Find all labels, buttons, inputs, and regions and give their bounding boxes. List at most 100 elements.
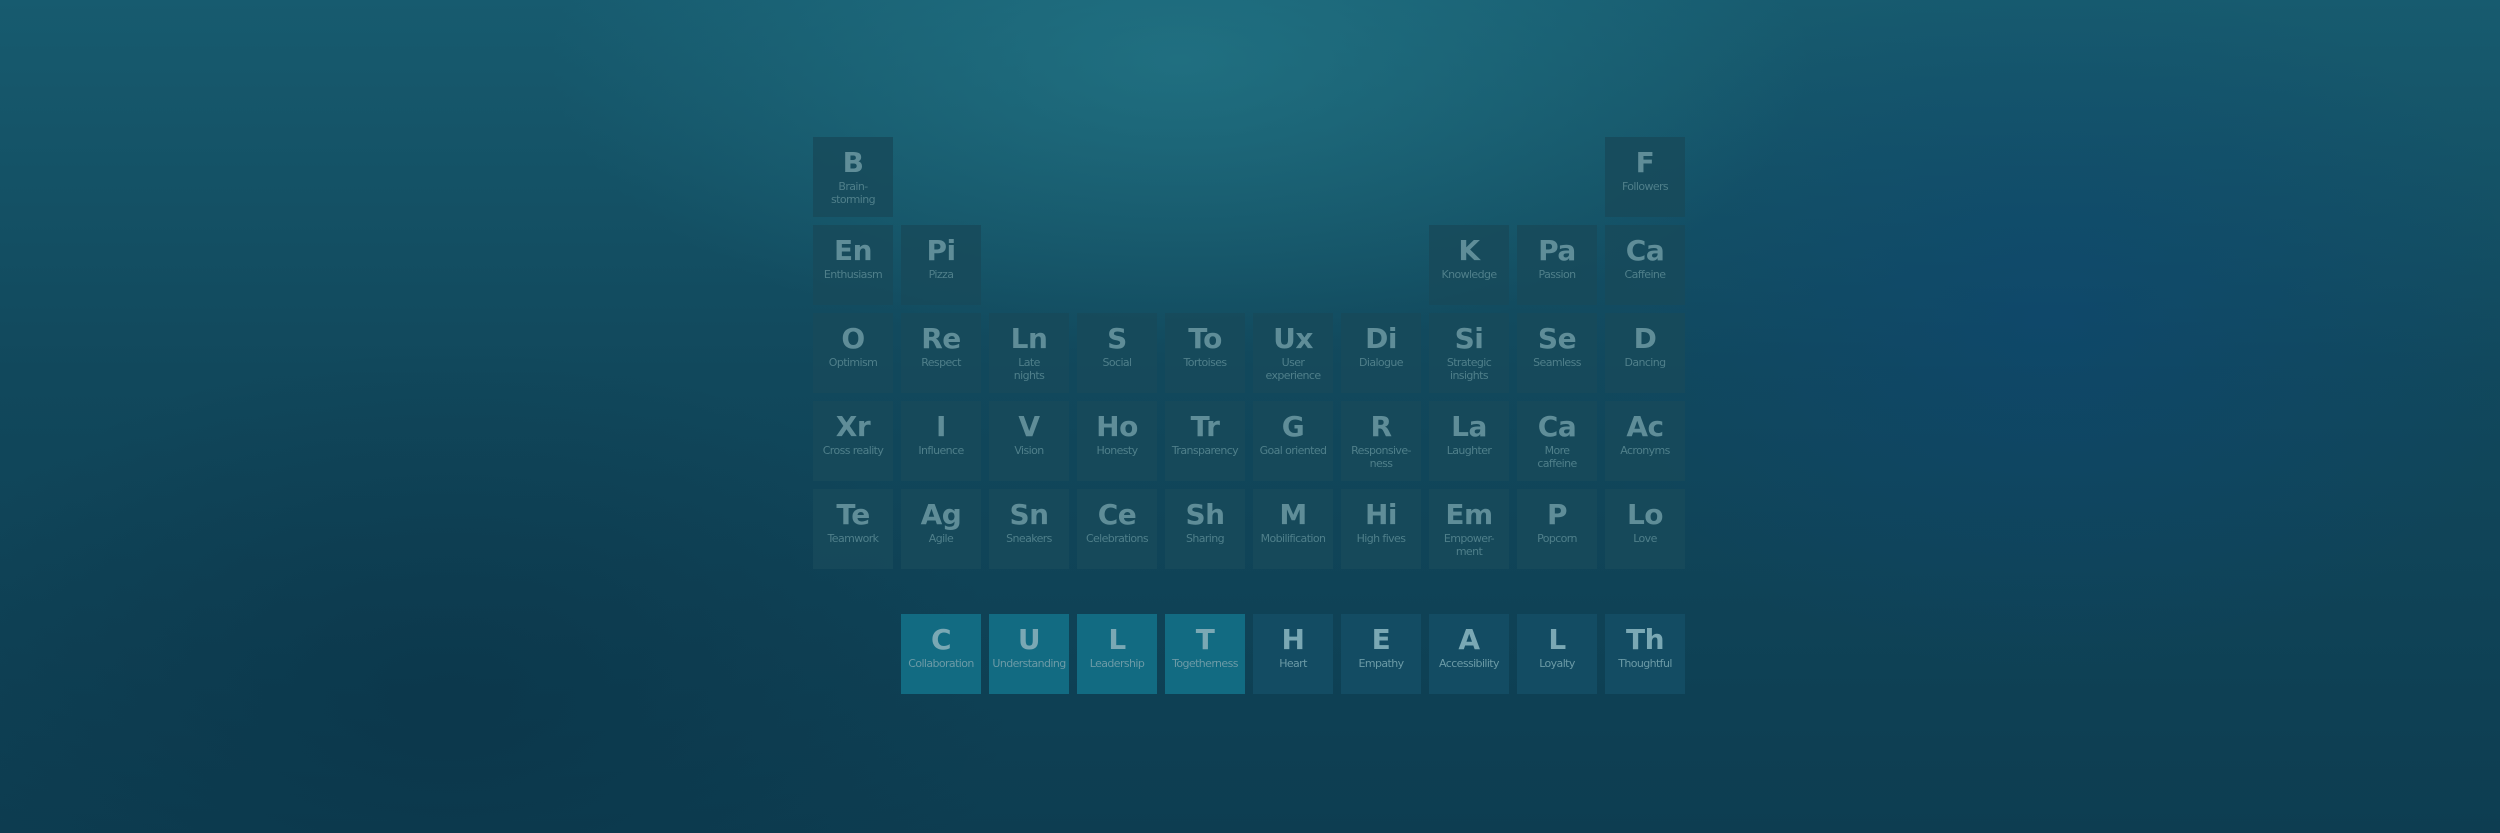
element-symbol: Di bbox=[1365, 322, 1397, 355]
element-tile-pizza[interactable]: Pi Pizza bbox=[901, 225, 981, 305]
culture-tile-heart[interactable]: H Heart bbox=[1253, 614, 1333, 694]
element-label: Laughter bbox=[1446, 444, 1492, 457]
element-tile-agile[interactable]: Ag Agile bbox=[901, 489, 981, 569]
element-label: Optimism bbox=[828, 356, 878, 369]
element-tile-laughter[interactable]: La Laughter bbox=[1429, 401, 1509, 481]
element-tile-brainstorming[interactable]: B Brain- storming bbox=[813, 137, 893, 217]
culture-tile-loyalty[interactable]: L Loyalty bbox=[1517, 614, 1597, 694]
element-tile-empowerment[interactable]: Em Empower- ment bbox=[1429, 489, 1509, 569]
element-tile-transparency[interactable]: Tr Transparency bbox=[1165, 401, 1245, 481]
element-symbol: Pi bbox=[926, 234, 956, 267]
element-symbol: En bbox=[833, 234, 873, 267]
element-label: Seamless bbox=[1533, 356, 1581, 369]
element-tile-sneakers[interactable]: Sn Sneakers bbox=[989, 489, 1069, 569]
element-label: Dialogue bbox=[1359, 356, 1404, 369]
element-symbol: C bbox=[930, 623, 952, 656]
element-symbol: Re bbox=[921, 322, 961, 355]
element-symbol: Sn bbox=[1009, 498, 1049, 531]
element-tile-tortoises[interactable]: To Tortoises bbox=[1165, 313, 1245, 393]
element-tile-influence[interactable]: I Influence bbox=[901, 401, 981, 481]
element-tile-enthusiasm[interactable]: En Enthusiasm bbox=[813, 225, 893, 305]
element-label: Social bbox=[1102, 356, 1132, 369]
element-symbol: Ac bbox=[1626, 410, 1664, 443]
element-symbol: Ag bbox=[920, 498, 962, 531]
element-symbol: K bbox=[1458, 234, 1480, 267]
element-symbol: S bbox=[1107, 322, 1127, 355]
element-tile-respect[interactable]: Re Respect bbox=[901, 313, 981, 393]
element-tile-user-experience[interactable]: Ux User experience bbox=[1253, 313, 1333, 393]
element-tile-late-nights[interactable]: Ln Late nights bbox=[989, 313, 1069, 393]
element-tile-teamwork[interactable]: Te Teamwork bbox=[813, 489, 893, 569]
culture-tile-leadership[interactable]: L Leadership bbox=[1077, 614, 1157, 694]
element-label: Dancing bbox=[1624, 356, 1666, 369]
element-tile-dancing[interactable]: D Dancing bbox=[1605, 313, 1685, 393]
element-symbol: Ho bbox=[1096, 410, 1138, 443]
element-label: Goal oriented bbox=[1259, 444, 1327, 457]
element-symbol: To bbox=[1188, 322, 1222, 355]
element-tile-dialogue[interactable]: Di Dialogue bbox=[1341, 313, 1421, 393]
element-label: Transparency bbox=[1171, 444, 1239, 457]
element-tile-vision[interactable]: V Vision bbox=[989, 401, 1069, 481]
element-symbol: F bbox=[1635, 146, 1655, 179]
element-tile-knowledge[interactable]: K Knowledge bbox=[1429, 225, 1509, 305]
element-label: Caffeine bbox=[1624, 268, 1667, 281]
culture-tile-togetherness[interactable]: T Togetherness bbox=[1165, 614, 1245, 694]
element-tile-celebrations[interactable]: Ce Celebrations bbox=[1077, 489, 1157, 569]
periodic-table: B Brain- storming F Followers En Enthusi… bbox=[0, 0, 2500, 833]
element-tile-passion[interactable]: Pa Passion bbox=[1517, 225, 1597, 305]
element-symbol: Ca bbox=[1537, 410, 1577, 443]
element-tile-responsiveness[interactable]: R Responsive- ness bbox=[1341, 401, 1421, 481]
element-symbol: L bbox=[1108, 623, 1126, 656]
element-label: Heart bbox=[1279, 657, 1307, 670]
element-symbol: Ux bbox=[1273, 322, 1313, 355]
element-tile-mobilification[interactable]: M Mobilification bbox=[1253, 489, 1333, 569]
element-tile-social[interactable]: S Social bbox=[1077, 313, 1157, 393]
element-symbol: La bbox=[1451, 410, 1487, 443]
element-label: Agile bbox=[928, 532, 954, 545]
culture-tile-empathy[interactable]: E Empathy bbox=[1341, 614, 1421, 694]
element-symbol: M bbox=[1279, 498, 1307, 531]
element-symbol: Si bbox=[1454, 322, 1484, 355]
element-label: Passion bbox=[1538, 268, 1577, 281]
element-symbol: T bbox=[1195, 623, 1215, 656]
element-label: Respect bbox=[921, 356, 961, 369]
element-symbol: L bbox=[1548, 623, 1566, 656]
element-label: Empower- ment bbox=[1443, 532, 1495, 558]
element-symbol: Ca bbox=[1625, 234, 1665, 267]
element-label: Loyalty bbox=[1539, 657, 1575, 670]
element-symbol: D bbox=[1633, 322, 1657, 355]
element-symbol: G bbox=[1281, 410, 1305, 443]
element-tile-followers[interactable]: F Followers bbox=[1605, 137, 1685, 217]
element-symbol: V bbox=[1018, 410, 1040, 443]
element-symbol: U bbox=[1017, 623, 1041, 656]
element-label: Influence bbox=[918, 444, 964, 457]
element-tile-caffeine[interactable]: Ca Caffeine bbox=[1605, 225, 1685, 305]
element-tile-acronyms[interactable]: Ac Acronyms bbox=[1605, 401, 1685, 481]
element-symbol: Ln bbox=[1010, 322, 1048, 355]
element-label: More caffeine bbox=[1537, 444, 1577, 470]
element-label: Understanding bbox=[992, 657, 1066, 670]
element-tile-cross-reality[interactable]: Xr Cross reality bbox=[813, 401, 893, 481]
element-tile-popcorn[interactable]: P Popcorn bbox=[1517, 489, 1597, 569]
element-tile-goal-oriented[interactable]: G Goal oriented bbox=[1253, 401, 1333, 481]
element-label: Sneakers bbox=[1006, 532, 1052, 545]
element-label: Responsive- ness bbox=[1351, 444, 1411, 470]
element-tile-seamless[interactable]: Se Seamless bbox=[1517, 313, 1597, 393]
culture-tile-collaboration[interactable]: C Collaboration bbox=[901, 614, 981, 694]
element-label: Late nights bbox=[1013, 356, 1045, 382]
element-tile-high-fives[interactable]: Hi High fives bbox=[1341, 489, 1421, 569]
culture-tile-thoughtful[interactable]: Th Thoughtful bbox=[1605, 614, 1685, 694]
culture-tile-accessibility[interactable]: A Accessibility bbox=[1429, 614, 1509, 694]
element-tile-love[interactable]: Lo Love bbox=[1605, 489, 1685, 569]
element-label: Popcorn bbox=[1537, 532, 1577, 545]
element-symbol: Sh bbox=[1185, 498, 1225, 531]
culture-tile-understanding[interactable]: U Understanding bbox=[989, 614, 1069, 694]
element-tile-more-caffeine[interactable]: Ca More caffeine bbox=[1517, 401, 1597, 481]
element-tile-strategic-insights[interactable]: Si Strategic insights bbox=[1429, 313, 1509, 393]
element-tile-sharing[interactable]: Sh Sharing bbox=[1165, 489, 1245, 569]
element-symbol: Lo bbox=[1626, 498, 1664, 531]
element-label: Teamwork bbox=[827, 532, 880, 545]
element-tile-optimism[interactable]: O Optimism bbox=[813, 313, 893, 393]
element-tile-honesty[interactable]: Ho Honesty bbox=[1077, 401, 1157, 481]
element-symbol: Ce bbox=[1097, 498, 1137, 531]
